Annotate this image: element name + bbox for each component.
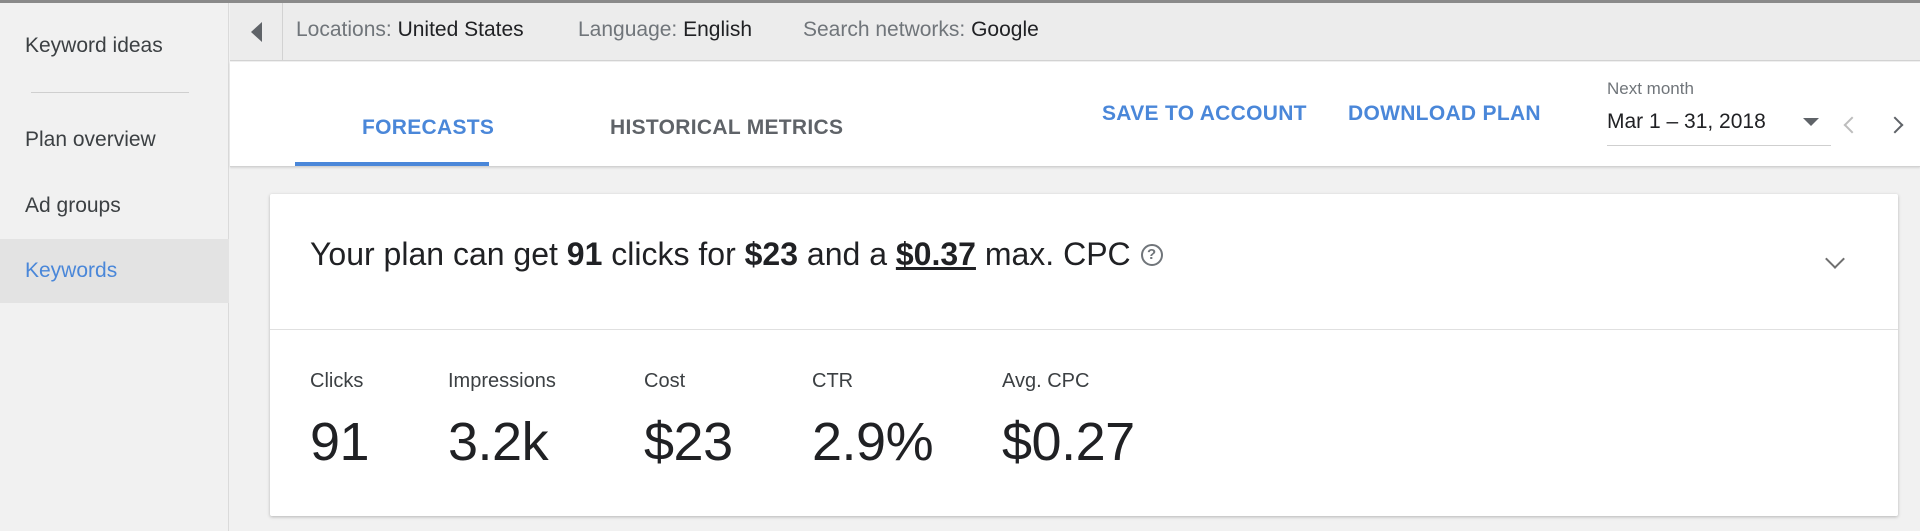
date-range-select[interactable]: Mar 1 – 31, 2018 [1607,106,1831,146]
forecast-summary-header[interactable]: Your plan can get 91 clicks for $23 and … [270,194,1898,330]
summary-prefix: Your plan can get [310,236,558,272]
previous-period-button[interactable] [1837,110,1867,140]
download-plan-button[interactable]: DOWNLOAD PLAN [1348,102,1541,126]
metric-avg-cpc: Avg. CPC $0.27 [1002,370,1135,473]
networks-filter-value: Google [971,18,1039,41]
caret-down-icon [1803,118,1819,126]
date-range-label: Next month [1607,79,1694,98]
metric-impressions: Impressions 3.2k [448,370,556,473]
summary-clicks: 91 [566,236,603,272]
forecast-card: Your plan can get 91 clicks for $23 and … [270,194,1898,516]
save-to-account-button[interactable]: SAVE TO ACCOUNT [1102,102,1307,126]
sidebar-item-plan-overview[interactable]: Plan overview [0,108,229,172]
sidebar-item-keyword-ideas[interactable]: Keyword ideas [0,14,229,78]
collapse-sidebar-button[interactable] [230,3,283,61]
locations-filter-key: Locations: [296,18,392,41]
language-filter-key: Language: [578,18,678,41]
sidebar-nav: Keyword ideas Plan overview Ad groups Ke… [0,3,229,531]
metric-label: CTR [812,370,854,392]
metric-label: Avg. CPC [1002,370,1090,392]
metric-value: $0.27 [1002,412,1135,472]
sidebar-item-keywords[interactable]: Keywords [0,239,229,303]
metric-value: 3.2k [448,412,549,472]
chevron-left-icon [1843,116,1861,134]
summary-cost: $23 [744,236,799,272]
locations-filter[interactable]: Locations: United States [296,18,524,42]
sidebar-divider [31,92,189,93]
metric-label: Clicks [310,370,364,392]
metric-ctr: CTR 2.9% [812,370,934,473]
summary-mid2: and a [806,236,887,272]
help-circle-icon[interactable]: ? [1140,243,1163,266]
summary-mid1: clicks for [611,236,736,272]
chevron-right-icon [1886,116,1904,134]
metric-value: 91 [310,412,370,472]
filter-bar: Locations: United States Language: Engli… [230,3,1920,61]
forecast-summary: Your plan can get 91 clicks for $23 and … [310,236,1163,273]
max-cpc-link[interactable]: $0.37 [896,236,976,273]
metric-value: $23 [644,412,733,472]
tab-forecasts[interactable]: FORECASTS [362,116,494,140]
date-range-value: Mar 1 – 31, 2018 [1607,110,1766,133]
active-tab-indicator [295,162,489,166]
next-period-button[interactable] [1880,110,1910,140]
language-filter[interactable]: Language: English [578,18,752,42]
metric-label: Impressions [448,370,556,392]
sidebar-item-ad-groups[interactable]: Ad groups [0,174,229,238]
metric-cost: Cost $23 [644,370,733,473]
networks-filter-key: Search networks: [803,18,966,41]
tab-historical-metrics[interactable]: HISTORICAL METRICS [610,116,843,140]
summary-suffix: max. CPC [984,236,1131,272]
metric-label: Cost [644,370,686,392]
networks-filter[interactable]: Search networks: Google [803,18,1039,42]
plan-toolbar: FORECASTS HISTORICAL METRICS SAVE TO ACC… [230,62,1920,167]
chevron-down-icon[interactable] [1825,249,1845,269]
locations-filter-value: United States [397,18,524,41]
metric-value: 2.9% [812,412,934,472]
caret-left-icon [250,22,262,42]
metric-clicks: Clicks 91 [310,370,370,473]
language-filter-value: English [683,18,753,41]
